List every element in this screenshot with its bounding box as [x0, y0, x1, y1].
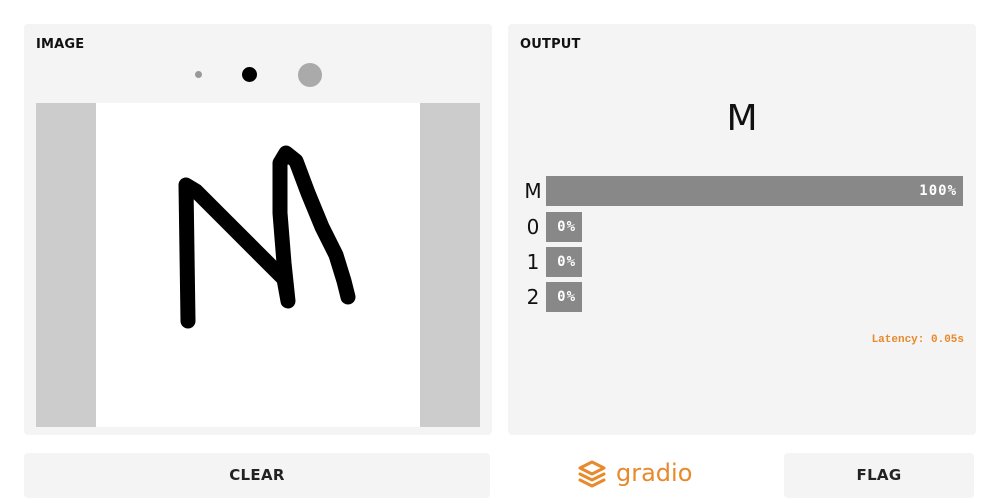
flag-button[interactable]: FLAG	[784, 453, 974, 498]
sketchpad-canvas[interactable]	[96, 103, 420, 427]
confidence-bar: 100%	[546, 176, 963, 206]
brush-size-small[interactable]	[195, 71, 202, 78]
confidence-value: 100%	[919, 183, 957, 199]
predicted-label: M	[726, 98, 758, 139]
image-input-panel: IMAGE	[24, 24, 492, 435]
gradio-logo[interactable]: gradio	[576, 455, 692, 491]
brush-size-medium[interactable]	[242, 67, 257, 82]
latency-readout: Latency: 0.05s	[871, 334, 964, 346]
brush-size-large[interactable]	[298, 63, 322, 87]
input-panel-title: IMAGE	[36, 37, 85, 52]
confidence-label: M	[524, 179, 542, 203]
confidence-value: 0%	[557, 289, 576, 305]
confidence-row: 2 0%	[520, 282, 964, 312]
confidence-bar: 0%	[546, 212, 582, 242]
drawn-stroke	[178, 145, 356, 329]
gradio-wordmark: gradio	[616, 459, 693, 487]
sketchpad-frame	[36, 103, 480, 427]
confidence-label: 2	[526, 285, 540, 309]
confidence-row: M 100%	[520, 176, 964, 206]
confidence-label: 1	[526, 250, 540, 274]
confidence-row: 1 0%	[520, 247, 964, 277]
confidence-label: 0	[526, 215, 540, 239]
confidence-bar: 0%	[546, 247, 582, 277]
gradio-logo-icon	[578, 460, 606, 488]
confidence-value: 0%	[557, 254, 576, 270]
confidence-row: 0 0%	[520, 212, 964, 242]
confidence-value: 0%	[557, 219, 576, 235]
confidence-bar: 0%	[546, 282, 582, 312]
label-output-panel: OUTPUT M M 100% 0 0% 1 0% 2 0% Latency: …	[508, 24, 976, 435]
clear-button[interactable]: CLEAR	[24, 453, 490, 498]
output-panel-title: OUTPUT	[520, 37, 581, 52]
